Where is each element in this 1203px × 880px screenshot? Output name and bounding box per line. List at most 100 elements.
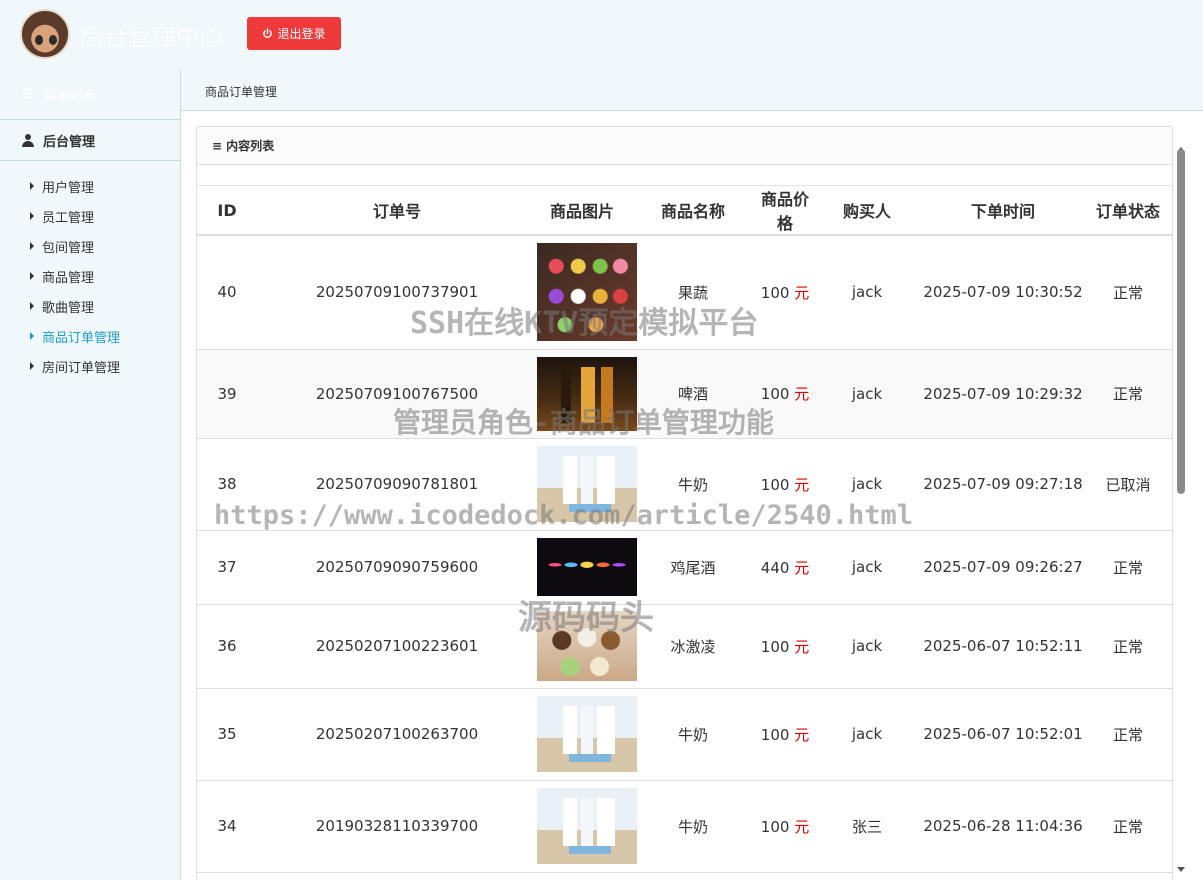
content-panel: ≡ 内容列表 ID 订单号 商品图片 商品名称 商品价格 购买人 下单时间 订单… xyxy=(196,126,1173,880)
fruits-image xyxy=(537,243,637,342)
user-icon xyxy=(22,133,34,147)
sidebar-item-label: 包间管理 xyxy=(42,240,95,256)
cell-image xyxy=(537,438,637,531)
price-unit: 元 xyxy=(794,385,810,403)
sidebar-item-label: 商品管理 xyxy=(42,270,95,286)
cocktail-image xyxy=(537,538,637,596)
cell-id: 35 xyxy=(197,688,257,781)
cell-price: 100 元 xyxy=(759,235,811,350)
column-header-id: ID xyxy=(197,186,257,236)
sidebar-item-rooms[interactable]: 包间管理 xyxy=(0,231,180,261)
sidebar-group-backend[interactable]: 后台管理 xyxy=(0,120,180,161)
cell-buyer: jack xyxy=(811,349,923,439)
scrollbar-thumb[interactable] xyxy=(1177,149,1185,494)
cell-name: 啤酒 xyxy=(627,349,759,439)
scroll-down-arrow-icon[interactable] xyxy=(1177,867,1185,872)
caret-right-icon xyxy=(30,212,34,220)
price-unit: 元 xyxy=(794,817,810,836)
caret-right-icon xyxy=(30,272,34,280)
cell-time: 2025-07-09 10:30:52 xyxy=(923,235,1083,350)
cell-name: 果蔬 xyxy=(627,235,759,350)
cell-image xyxy=(537,604,637,689)
sidebar-group-label: 后台管理 xyxy=(43,134,96,150)
cell-buyer: jack xyxy=(811,235,923,350)
panel-title: 内容列表 xyxy=(226,139,275,153)
vertical-scrollbar[interactable] xyxy=(1173,141,1190,880)
cell-time: 2025-07-09 10:29:32 xyxy=(923,349,1083,439)
cell-order-no: 20190328110339700 xyxy=(257,780,537,873)
cell-buyer: jack xyxy=(811,530,923,605)
table-row[interactable]: 38 20250709090781801 牛奶 100 元 jack 2025-… xyxy=(197,438,1172,531)
cell-status: 已取消 xyxy=(1083,438,1172,531)
caret-right-icon xyxy=(30,302,34,310)
table-row[interactable]: 37 20250709090759600 鸡尾酒 440 元 jack 2025… xyxy=(197,530,1172,605)
breadcrumb-bar: 商品订单管理 xyxy=(181,70,1203,111)
icecream-image xyxy=(537,611,637,681)
cell-order-no: 20250207100223601 xyxy=(257,604,537,689)
cell-image xyxy=(537,688,637,781)
cell-name: 牛奶 xyxy=(627,438,759,531)
column-header-time: 下单时间 xyxy=(923,186,1083,236)
cell-price: 440 元 xyxy=(759,530,811,605)
column-header-status: 订单状态 xyxy=(1083,186,1172,236)
caret-right-icon xyxy=(30,182,34,190)
sidebar: ☰ 菜单列表 后台管理 用户管理 员工管理 包间管理 商品管理 歌曲管理 商品订… xyxy=(0,70,181,880)
table-row[interactable]: 34 20190328110339700 牛奶 100 元 张三 2025-06… xyxy=(197,780,1172,873)
table-row[interactable]: 35 20250207100263700 牛奶 100 元 jack 2025-… xyxy=(197,688,1172,781)
sidebar-nav: 用户管理 员工管理 包间管理 商品管理 歌曲管理 商品订单管理 房间订单管理 xyxy=(0,161,180,381)
sidebar-item-product-orders[interactable]: 商品订单管理 xyxy=(0,321,180,351)
column-header-image: 商品图片 xyxy=(537,186,627,236)
table-row[interactable] xyxy=(197,872,1172,880)
orders-table: ID 订单号 商品图片 商品名称 商品价格 购买人 下单时间 订单状态 40 2… xyxy=(197,186,1172,880)
cell-image xyxy=(537,349,637,439)
cell-order-no: 20250709090759600 xyxy=(257,530,537,605)
power-icon xyxy=(263,28,273,38)
cell-order-no: 20250709090781801 xyxy=(257,438,537,531)
cell-id: 34 xyxy=(197,780,257,873)
cell-time: 2025-06-07 10:52:11 xyxy=(923,604,1083,689)
cell-id: 40 xyxy=(197,235,257,350)
price-value: 100 xyxy=(760,817,790,836)
sidebar-item-songs[interactable]: 歌曲管理 xyxy=(0,291,180,321)
cell-time: 2025-07-09 09:27:18 xyxy=(923,438,1083,531)
logout-button[interactable]: 退出登录 xyxy=(247,17,341,50)
breadcrumb: 商品订单管理 xyxy=(205,85,278,99)
cell-id: 37 xyxy=(197,530,257,605)
table-row[interactable]: 36 20250207100223601 冰激凌 100 元 jack 2025… xyxy=(197,604,1172,689)
cell-id: 36 xyxy=(197,604,257,689)
sidebar-item-users[interactable]: 用户管理 xyxy=(0,171,180,201)
cell-price: 100 元 xyxy=(759,780,811,873)
price-value: 100 xyxy=(760,725,790,744)
cell-status: 正常 xyxy=(1083,349,1172,439)
logout-label: 退出登录 xyxy=(277,27,326,41)
sidebar-item-label: 用户管理 xyxy=(42,180,95,196)
cell-buyer: jack xyxy=(811,688,923,781)
cell-status: 正常 xyxy=(1083,604,1172,689)
top-header: 后台管理中心 退出登录 xyxy=(0,0,1203,70)
cell-time: 2025-06-07 10:52:01 xyxy=(923,688,1083,781)
table-row[interactable]: 40 20250709100737901 果蔬 100 元 jack 2025-… xyxy=(197,235,1172,350)
sidebar-item-room-orders[interactable]: 房间订单管理 xyxy=(0,351,180,381)
cell-name: 牛奶 xyxy=(627,780,759,873)
price-value: 100 xyxy=(760,283,790,302)
table-header-row: ID 订单号 商品图片 商品名称 商品价格 购买人 下单时间 订单状态 xyxy=(197,186,1172,236)
sidebar-item-label: 房间订单管理 xyxy=(42,360,121,376)
caret-right-icon xyxy=(30,362,34,370)
caret-right-icon xyxy=(30,242,34,250)
price-value: 100 xyxy=(760,385,790,403)
bars-icon: ☰ xyxy=(22,87,34,102)
cell-id: 38 xyxy=(197,438,257,531)
sidebar-item-products[interactable]: 商品管理 xyxy=(0,261,180,291)
cell-time: 2025-07-09 09:26:27 xyxy=(923,530,1083,605)
cell-buyer: jack xyxy=(811,438,923,531)
cell-price: 100 元 xyxy=(759,604,811,689)
cell-name: 鸡尾酒 xyxy=(627,530,759,605)
sidebar-item-staff[interactable]: 员工管理 xyxy=(0,201,180,231)
milk-image xyxy=(537,446,637,522)
avatar xyxy=(20,9,70,59)
menu-list-header: ☰ 菜单列表 xyxy=(0,70,180,120)
price-unit: 元 xyxy=(794,637,810,656)
price-value: 100 xyxy=(760,475,790,494)
table-row[interactable]: 39 20250709100767500 啤酒 100 元 jack 2025-… xyxy=(197,349,1172,439)
cell-image xyxy=(537,872,627,880)
